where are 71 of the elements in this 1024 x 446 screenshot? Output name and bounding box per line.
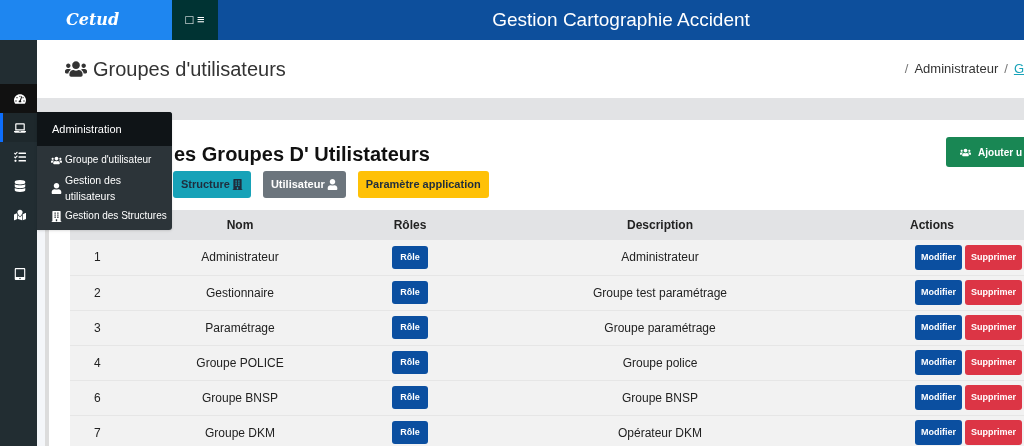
delete-button[interactable]: Supprimer bbox=[965, 349, 1022, 376]
add-group-button[interactable]: Ajouter u bbox=[946, 137, 1024, 167]
app-title: Gestion Cartographie Accident bbox=[492, 7, 750, 32]
user-icon bbox=[51, 182, 62, 194]
sidebar-item[interactable] bbox=[0, 84, 37, 113]
column-header: Nom bbox=[226, 218, 254, 232]
delete-button[interactable]: Supprimer bbox=[965, 384, 1022, 411]
column-header: Rôles bbox=[393, 218, 427, 232]
breadcrumb-separator: / bbox=[904, 60, 909, 79]
category-button[interactable]: Utilisateur bbox=[262, 171, 346, 198]
edit-button[interactable]: Modifier bbox=[915, 279, 962, 306]
table-cell: Groupe police bbox=[480, 345, 840, 380]
role-button[interactable]: Rôle bbox=[392, 350, 428, 375]
table-cell: Administrateur bbox=[140, 240, 340, 275]
column-header: Description bbox=[627, 218, 693, 232]
map-icon bbox=[14, 208, 26, 221]
edit-button[interactable]: Modifier bbox=[915, 244, 962, 270]
table-cell: 1 bbox=[70, 240, 140, 275]
delete-button[interactable]: Supprimer bbox=[965, 279, 1022, 306]
table-cell: Groupe BNSP bbox=[480, 380, 840, 415]
table-cell: 6 bbox=[70, 380, 140, 415]
delete-button[interactable]: Supprimer bbox=[965, 314, 1022, 341]
laptop-icon bbox=[14, 121, 26, 134]
sidebar-item[interactable] bbox=[0, 113, 37, 142]
database-icon bbox=[14, 179, 26, 192]
flyout-item[interactable]: Groupe d'utilisateur bbox=[37, 152, 172, 168]
building-icon bbox=[51, 210, 62, 222]
role-button[interactable]: Rôle bbox=[392, 280, 428, 305]
building-icon bbox=[231, 179, 243, 190]
table-cell: Gestionnaire bbox=[140, 275, 340, 310]
edit-button[interactable]: Modifier bbox=[915, 314, 962, 341]
table-cell: 7 bbox=[70, 415, 140, 446]
role-button[interactable]: Rôle bbox=[392, 245, 428, 269]
table-cell: Administrateur bbox=[480, 240, 840, 275]
logo-text: Cetud bbox=[66, 9, 120, 31]
table-cell: Groupe paramétrage bbox=[480, 310, 840, 345]
delete-button[interactable]: Supprimer bbox=[965, 419, 1022, 446]
users-icon bbox=[51, 154, 62, 166]
category-button[interactable]: Paramètre application bbox=[357, 171, 489, 198]
table-cell: 2 bbox=[70, 275, 140, 310]
user-icon bbox=[326, 179, 338, 190]
role-button[interactable]: Rôle bbox=[392, 385, 428, 410]
table-cell: Groupe POLICE bbox=[140, 345, 340, 380]
edit-button[interactable]: Modifier bbox=[915, 419, 962, 446]
card-title: es Groupes D' Utilistateurs bbox=[174, 142, 430, 167]
page-title: Groupes d'utilisateurs bbox=[93, 57, 286, 82]
role-button[interactable]: Rôle bbox=[392, 315, 428, 340]
column-header: Actions bbox=[910, 218, 954, 232]
edit-button[interactable]: Modifier bbox=[915, 349, 962, 376]
breadcrumb-separator: / bbox=[1004, 60, 1008, 79]
table-cell: Opérateur DKM bbox=[480, 415, 840, 446]
table-cell: Groupe DKM bbox=[140, 415, 340, 446]
delete-button[interactable]: Supprimer bbox=[965, 244, 1022, 270]
sidebar-toggle[interactable]: □ ≡ bbox=[172, 0, 218, 40]
table-cell: Groupe BNSP bbox=[140, 380, 340, 415]
users-icon bbox=[65, 58, 87, 80]
role-button[interactable]: Rôle bbox=[392, 420, 428, 445]
flyout-item[interactable]: Gestion des utilisateurs bbox=[37, 172, 172, 204]
category-button[interactable]: Structure bbox=[173, 171, 251, 198]
tablet-icon bbox=[14, 267, 26, 280]
table-cell: 3 bbox=[70, 310, 140, 345]
breadcrumb-item: Administrateur bbox=[914, 60, 999, 79]
flyout-title: Administration bbox=[52, 121, 122, 137]
table-cell: 4 bbox=[70, 345, 140, 380]
edit-button[interactable]: Modifier bbox=[915, 384, 962, 411]
gauge-icon bbox=[14, 92, 26, 105]
table-cell: Paramétrage bbox=[140, 310, 340, 345]
flyout-item[interactable]: Gestion des Structures bbox=[37, 208, 172, 224]
table-cell: Groupe test paramétrage bbox=[480, 275, 840, 310]
checklist-icon bbox=[14, 150, 26, 163]
users-icon bbox=[960, 146, 972, 158]
